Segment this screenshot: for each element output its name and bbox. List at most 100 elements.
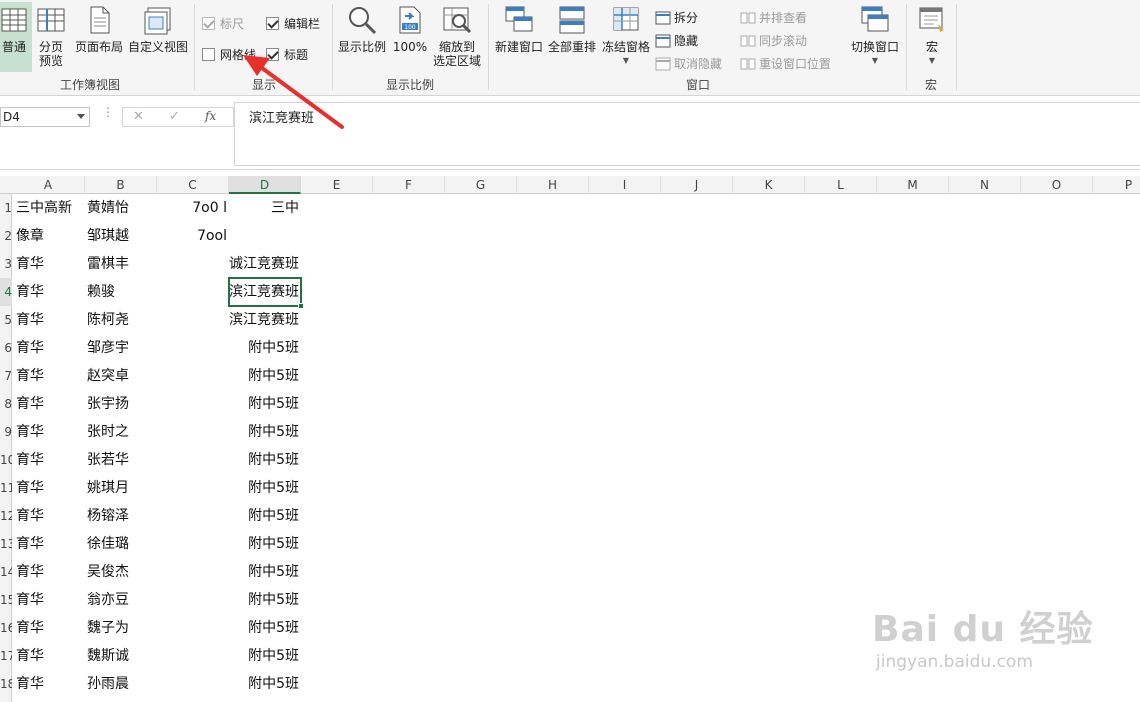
enter-icon[interactable]: ✓	[169, 109, 180, 124]
macros-button[interactable]: 宏 ▼	[912, 4, 952, 68]
cell-class[interactable]: 附中5班	[199, 334, 299, 362]
row-header[interactable]: 5	[0, 306, 12, 334]
chevron-down-icon[interactable]	[77, 114, 85, 119]
name-box[interactable]: D4	[0, 107, 90, 127]
row-header[interactable]: 4	[0, 278, 12, 306]
cell-name[interactable]: 赵突卓	[87, 362, 157, 390]
cell-name[interactable]: 陈柯尧	[87, 306, 157, 334]
row-header[interactable]: 2	[0, 222, 12, 250]
cell-school[interactable]: 育华	[16, 558, 86, 586]
formula-bar-checkbox[interactable]: 编辑栏	[266, 15, 320, 32]
cell-class[interactable]: 附中5班	[199, 698, 299, 702]
cell-code[interactable]: 7ool	[157, 222, 227, 250]
cell-class[interactable]: 附中5班	[199, 418, 299, 446]
formula-input[interactable]: 滨江竞赛班	[234, 102, 1140, 166]
zoom-100-button[interactable]: 100 100%	[392, 4, 428, 54]
cell-school[interactable]: 育华	[16, 698, 86, 702]
cell-name[interactable]: 魏子为	[87, 614, 157, 642]
cell-class[interactable]: 附中5班	[199, 530, 299, 558]
cell-name[interactable]: 孙雨晨	[87, 670, 157, 698]
cell-class[interactable]: 附中5班	[199, 614, 299, 642]
unhide-button[interactable]: 取消隐藏	[655, 55, 722, 72]
zoom-button[interactable]: 显示比例	[336, 4, 388, 54]
cell-name[interactable]: 张时之	[87, 418, 157, 446]
cell-class[interactable]: 附中5班	[199, 362, 299, 390]
column-header-j[interactable]: J	[661, 176, 733, 194]
cell-school[interactable]: 育华	[16, 334, 86, 362]
cell-name[interactable]: 黄婧怡	[87, 194, 157, 222]
column-header-f[interactable]: F	[373, 176, 445, 194]
cell-school[interactable]: 育华	[16, 502, 86, 530]
cell-school[interactable]: 育华	[16, 446, 86, 474]
cell-school[interactable]: 育华	[16, 586, 86, 614]
cell-class[interactable]: 附中5班	[199, 670, 299, 698]
cell-name[interactable]: 徐佳璐	[87, 530, 157, 558]
selected-cell[interactable]	[228, 277, 304, 309]
row-header[interactable]: 15	[0, 586, 12, 614]
cell-name[interactable]: 邹彦宇	[87, 334, 157, 362]
row-header[interactable]: 3	[0, 250, 12, 278]
row-header[interactable]: 9	[0, 418, 12, 446]
fill-handle[interactable]	[298, 303, 304, 309]
insert-function-icon[interactable]: fx	[205, 109, 216, 123]
switch-windows-button[interactable]: 切换窗口 ▼	[848, 4, 902, 68]
cell-school[interactable]: 育华	[16, 390, 86, 418]
cell-school[interactable]: 育华	[16, 670, 86, 698]
sync-scroll-button[interactable]: 同步滚动	[740, 32, 807, 49]
row-header[interactable]: 6	[0, 334, 12, 362]
cell-name[interactable]: 阮正浩	[87, 698, 157, 702]
more-options-icon[interactable]: ⋮	[102, 106, 114, 118]
reset-window-position-button[interactable]: 重设窗口位置	[740, 55, 831, 72]
column-header-k[interactable]: K	[733, 176, 805, 194]
gridlines-checkbox[interactable]: 网格线	[202, 46, 256, 63]
column-header-d[interactable]: D	[229, 176, 301, 194]
row-header[interactable]: 19	[0, 698, 12, 702]
cancel-icon[interactable]: ✕	[133, 109, 144, 124]
view-side-by-side-button[interactable]: 并排查看	[740, 9, 807, 26]
cell-class[interactable]: 附中5班	[199, 586, 299, 614]
row-header[interactable]: 13	[0, 530, 12, 558]
normal-view-button[interactable]: 普通	[0, 2, 32, 72]
cell-name[interactable]: 赖骏	[87, 278, 157, 306]
cell-name[interactable]: 杨镕泽	[87, 502, 157, 530]
cell-school[interactable]: 育华	[16, 278, 86, 306]
column-header-n[interactable]: N	[949, 176, 1021, 194]
page-break-preview-button[interactable]: 分页 预览	[36, 4, 66, 68]
arrange-all-button[interactable]: 全部重排	[546, 4, 598, 54]
column-header-a[interactable]: A	[12, 176, 85, 194]
row-header[interactable]: 1	[0, 194, 12, 222]
row-header[interactable]: 14	[0, 558, 12, 586]
cell-name[interactable]: 雷棋丰	[87, 250, 157, 278]
cell-class[interactable]: 附中5班	[199, 390, 299, 418]
ruler-checkbox[interactable]: 标尺	[202, 15, 244, 32]
headings-checkbox[interactable]: 标题	[266, 46, 308, 63]
cell-school[interactable]: 育华	[16, 530, 86, 558]
cell-school[interactable]: 育华	[16, 362, 86, 390]
row-header[interactable]: 18	[0, 670, 12, 698]
column-header-h[interactable]: H	[517, 176, 589, 194]
row-header[interactable]: 7	[0, 362, 12, 390]
row-header[interactable]: 10	[0, 446, 12, 474]
cell-name[interactable]: 吴俊杰	[87, 558, 157, 586]
row-header[interactable]: 12	[0, 502, 12, 530]
new-window-button[interactable]: 新建窗口	[492, 4, 546, 54]
cell-school[interactable]: 育华	[16, 642, 86, 670]
cell-name[interactable]: 翁亦豆	[87, 586, 157, 614]
cell-class[interactable]: 三中	[199, 194, 299, 222]
cell-class[interactable]: 滨江竞赛班	[199, 306, 299, 334]
cell-school[interactable]: 三中高新	[16, 194, 86, 222]
column-header-e[interactable]: E	[301, 176, 373, 194]
cell-school[interactable]: 育华	[16, 614, 86, 642]
row-header[interactable]: 16	[0, 614, 12, 642]
column-header-o[interactable]: O	[1021, 176, 1093, 194]
column-header-g[interactable]: G	[445, 176, 517, 194]
cell-class[interactable]: 附中5班	[199, 642, 299, 670]
cell-class[interactable]: 诚江竞赛班	[199, 250, 299, 278]
cell-name[interactable]: 姚琪月	[87, 474, 157, 502]
cell-school[interactable]: 像章	[16, 222, 86, 250]
column-header-p[interactable]: P	[1093, 176, 1140, 194]
split-button[interactable]: 拆分	[655, 9, 698, 26]
freeze-panes-button[interactable]: 冻结窗格 ▼	[600, 4, 652, 68]
column-header-l[interactable]: L	[805, 176, 877, 194]
cell-school[interactable]: 育华	[16, 418, 86, 446]
